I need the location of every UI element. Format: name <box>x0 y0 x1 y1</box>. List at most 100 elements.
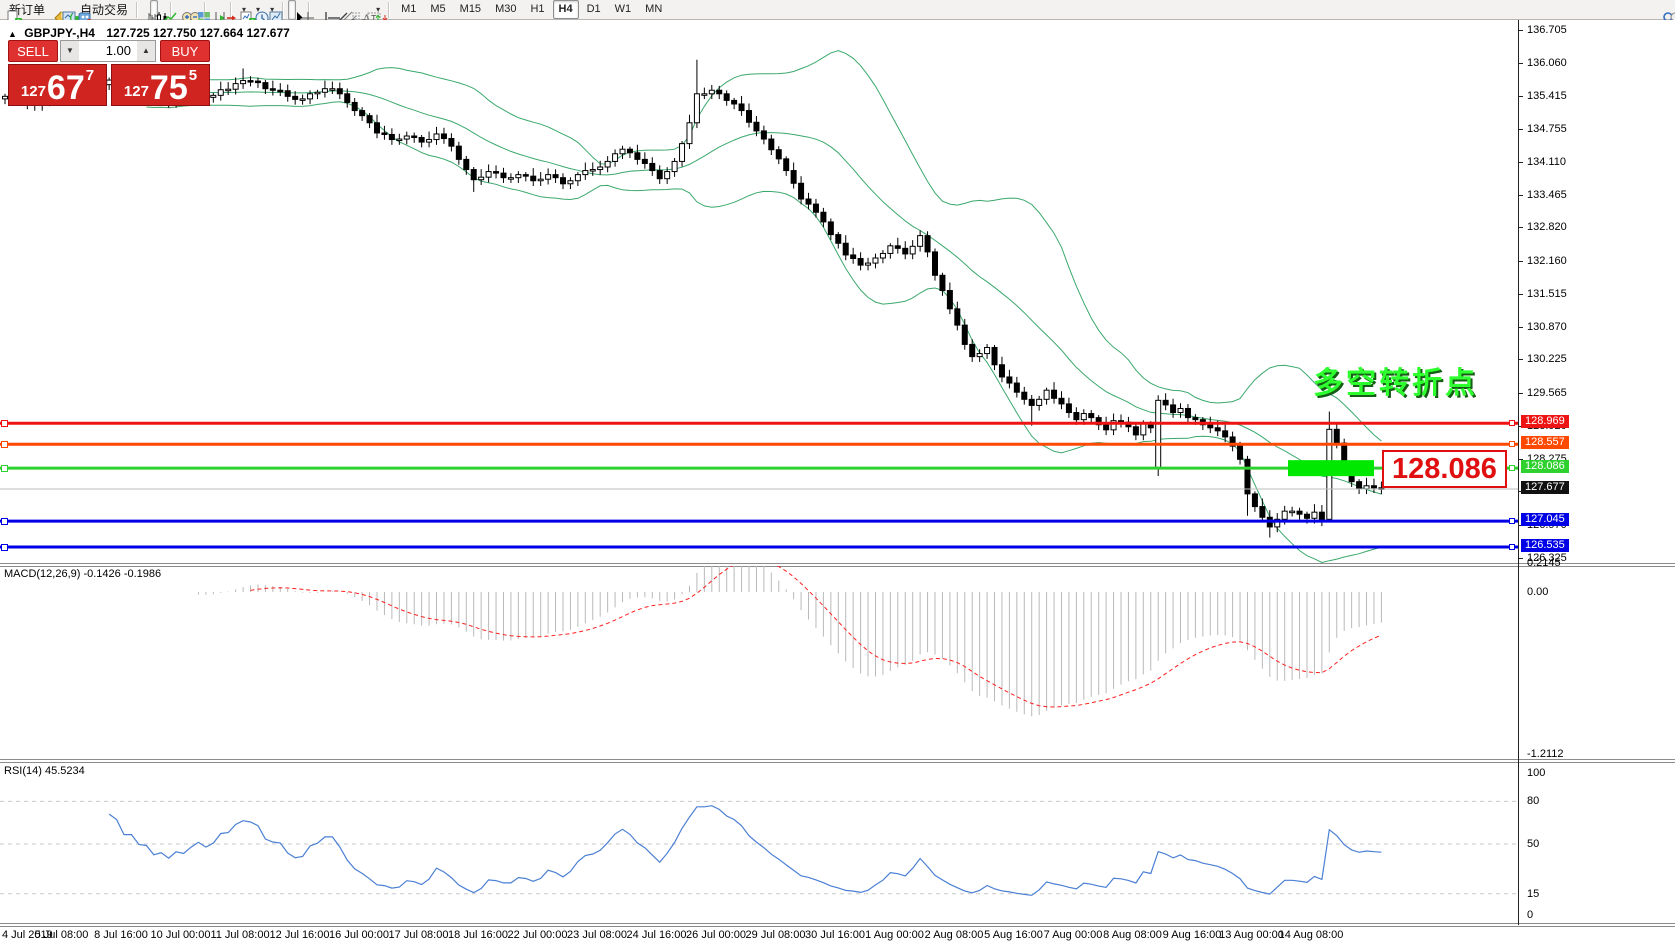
volume-field[interactable]: ▼ 1.00 ▲ <box>60 40 156 62</box>
candle <box>642 152 647 168</box>
candle <box>1037 396 1042 411</box>
axis-tick-label: 129.565 <box>1527 387 1567 399</box>
candle <box>456 142 461 165</box>
candle <box>1014 377 1019 398</box>
ohlc-values: 127.725 127.750 127.664 127.677 <box>106 26 290 40</box>
sell-price-box[interactable]: 127 67 7 <box>8 64 107 106</box>
volume-increase-button[interactable]: ▲ <box>137 41 155 61</box>
buy-button[interactable]: BUY <box>160 40 210 62</box>
candle <box>1066 398 1071 418</box>
line-anchor[interactable] <box>1 465 8 472</box>
timeframe-h4[interactable]: H4 <box>553 0 579 19</box>
candle <box>1022 387 1027 405</box>
candle <box>1052 382 1057 403</box>
buy-price-box[interactable]: 127 75 5 <box>111 64 210 106</box>
axis-tick <box>1519 30 1523 31</box>
axis-line-anchor[interactable] <box>1509 465 1515 471</box>
candle <box>895 238 900 254</box>
timeframe-mn[interactable]: MN <box>639 0 668 19</box>
sell-button[interactable]: SELL <box>8 40 58 62</box>
line-anchor[interactable] <box>1 420 8 427</box>
price-flag: 127.045 <box>1521 513 1569 526</box>
bar-chart-button[interactable] <box>142 0 150 20</box>
candle <box>769 135 774 155</box>
axis-tick <box>1519 227 1523 228</box>
candle <box>620 146 625 159</box>
candle <box>694 60 699 128</box>
new-order-button[interactable]: 新订单 <box>2 0 49 20</box>
candle <box>531 168 536 186</box>
macd-axis-label: 0.2145 <box>1527 557 1561 569</box>
volume-decrease-button[interactable]: ▼ <box>61 41 79 61</box>
candle <box>977 349 982 362</box>
rsi-axis-label: 80 <box>1527 795 1539 807</box>
axis-tick <box>1519 294 1523 295</box>
axis-tick-label: 132.160 <box>1527 255 1567 267</box>
candle <box>568 177 573 189</box>
timeframe-w1[interactable]: W1 <box>609 0 638 19</box>
time-axis-separator <box>0 923 1675 927</box>
line-anchor[interactable] <box>1 518 8 525</box>
candle <box>791 163 796 189</box>
highlight-rectangle[interactable] <box>1288 460 1374 476</box>
time-axis-label: 2 Aug 08:00 <box>925 929 984 941</box>
time-axis-label: 13 Aug 00:00 <box>1219 929 1284 941</box>
line-anchor[interactable] <box>1 544 8 551</box>
market-watch-button[interactable] <box>49 0 57 20</box>
candle <box>337 83 342 100</box>
candle <box>575 172 580 186</box>
time-axis-label: 10 Jul 00:00 <box>151 929 211 941</box>
collapse-icon[interactable]: ▲ <box>8 29 17 39</box>
rsi-line <box>109 806 1381 896</box>
axis-line-anchor[interactable] <box>1509 420 1515 426</box>
line-anchor[interactable] <box>1 441 8 448</box>
axis-tick <box>1519 327 1523 328</box>
axis-tick-label: 136.705 <box>1527 24 1567 36</box>
time-axis-label: 24 Jul 16:00 <box>627 929 687 941</box>
candle <box>382 126 387 140</box>
candle <box>613 149 618 166</box>
candle <box>650 157 655 176</box>
timeframe-m1[interactable]: M1 <box>395 0 422 19</box>
time-axis-label: 12 Jul 16:00 <box>270 929 330 941</box>
annotation-text[interactable]: 多空转折点 <box>1313 358 1478 402</box>
axis-line-anchor[interactable] <box>1509 544 1515 550</box>
bollinger-lower-band <box>146 102 1381 563</box>
timeframe-h1[interactable]: H1 <box>524 0 550 19</box>
candle <box>1171 399 1176 418</box>
timeframe-m30[interactable]: M30 <box>489 0 522 19</box>
candle <box>910 240 915 259</box>
candle <box>747 103 752 127</box>
axis-tick <box>1519 261 1523 262</box>
timeframe-m15[interactable]: M15 <box>454 0 487 19</box>
price-flag: 128.557 <box>1521 436 1569 449</box>
candle <box>315 90 320 99</box>
candle <box>270 81 275 96</box>
candle <box>501 168 506 183</box>
time-axis-label: 8 Aug 08:00 <box>1103 929 1162 941</box>
axis-line-anchor[interactable] <box>1509 441 1515 447</box>
candle <box>546 168 551 184</box>
axis-tick-label: 130.870 <box>1527 321 1567 333</box>
candle <box>486 164 491 182</box>
candle <box>375 115 380 138</box>
auto-trading-button[interactable]: 自动交易 <box>73 0 132 20</box>
price-callout-label[interactable]: 128.086 <box>1382 450 1507 488</box>
candle <box>992 345 997 370</box>
indicators-button[interactable]: ▾ <box>236 0 250 20</box>
candle <box>1230 432 1235 452</box>
sell-price-point: 7 <box>86 67 94 84</box>
search-button[interactable] <box>1657 0 1665 20</box>
candle <box>322 81 327 98</box>
timeframe-d1[interactable]: D1 <box>581 0 607 19</box>
candle <box>330 82 335 94</box>
time-axis-label: 29 Jul 08:00 <box>746 929 806 941</box>
price-axis-line <box>1518 20 1519 925</box>
axis-line-anchor[interactable] <box>1509 518 1515 524</box>
time-axis-label: 16 Jul 00:00 <box>329 929 389 941</box>
cursor-button[interactable] <box>288 0 296 20</box>
volume-value[interactable]: 1.00 <box>79 41 137 61</box>
candle <box>211 93 216 103</box>
candle <box>553 169 558 183</box>
timeframe-m5[interactable]: M5 <box>424 0 451 19</box>
